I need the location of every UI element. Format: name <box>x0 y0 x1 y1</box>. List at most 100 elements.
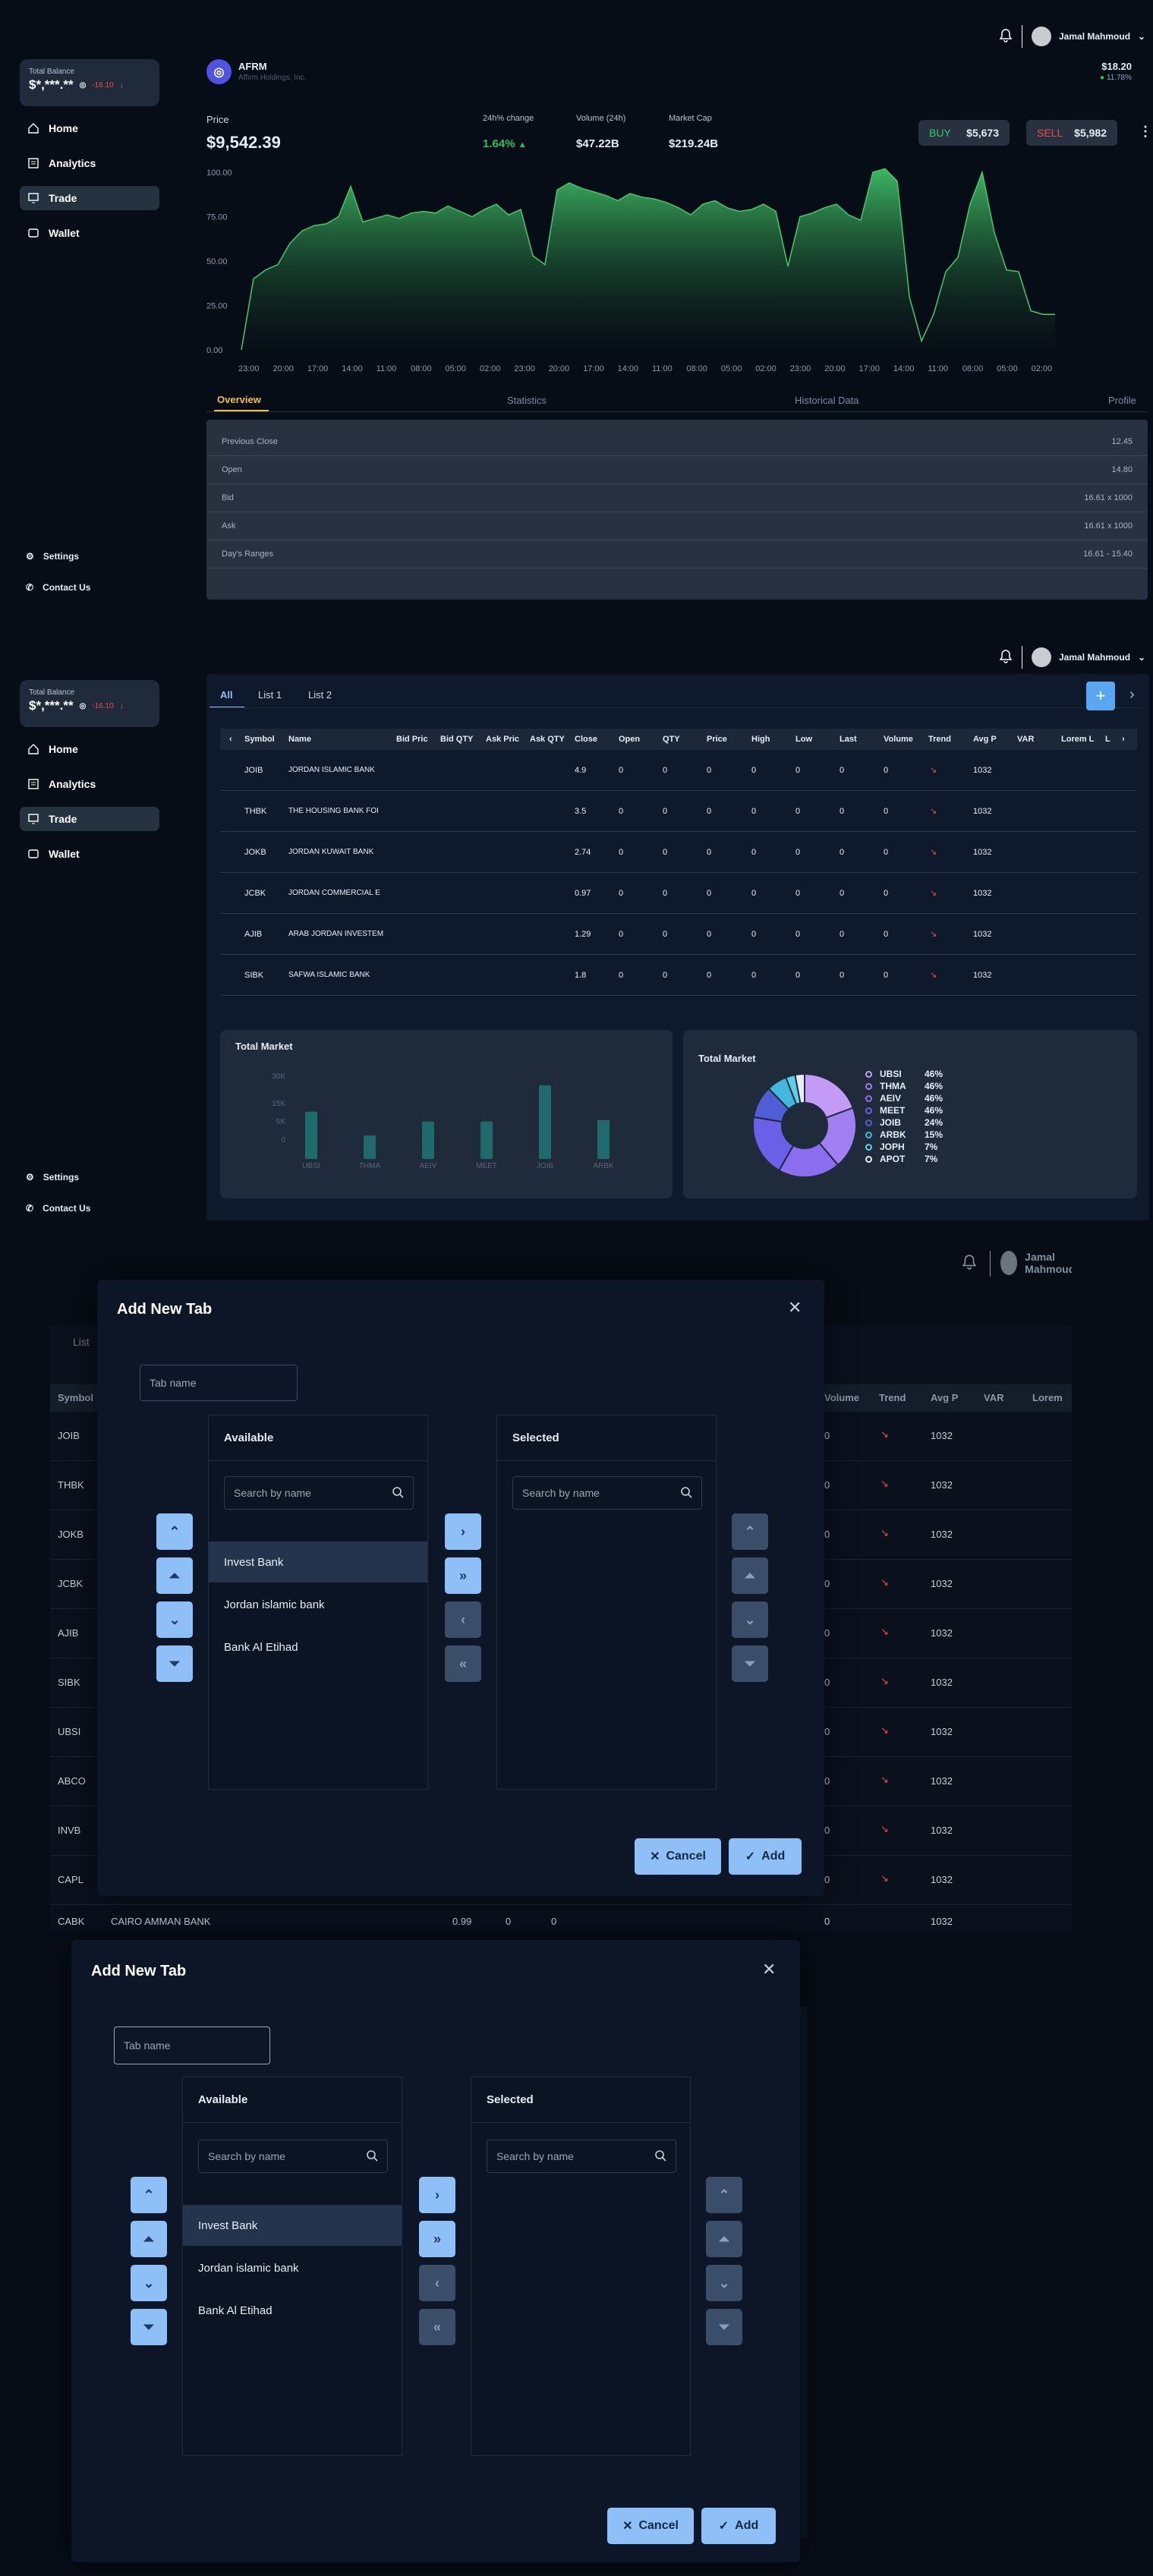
user-menu[interactable]: Jamal Mahmoud ⌄ <box>1032 27 1145 46</box>
eye-off-icon[interactable]: ◎ <box>80 702 87 710</box>
move-all-right-button[interactable]: » <box>419 2221 455 2257</box>
selected-top-button[interactable]: ⏶ <box>706 2221 742 2257</box>
cancel-button[interactable]: ✕ Cancel <box>635 1838 721 1875</box>
move-up-button[interactable]: ⌃ <box>131 2177 167 2213</box>
nav-contact[interactable]: ✆ Contact Us <box>26 1203 90 1214</box>
avatar <box>1000 1251 1018 1275</box>
y-tick-label: 50.00 <box>206 257 228 266</box>
list-item-invest-bank[interactable]: Invest Bank <box>183 2205 402 2246</box>
available-list: Available Search by name Invest Bank Jor… <box>208 1415 428 1790</box>
nav-settings[interactable]: ⚙ Settings <box>26 1172 79 1183</box>
tab-all[interactable]: All <box>220 689 233 701</box>
add-button[interactable]: ✓ Add <box>701 2508 776 2544</box>
tab-name-input[interactable]: Tab name <box>140 1365 298 1401</box>
close-icon[interactable]: ✕ <box>762 1960 776 1979</box>
move-down-button[interactable]: ⌄ <box>156 1601 193 1638</box>
list-item-jordan-islamic[interactable]: Jordan islamic bank <box>183 2247 402 2288</box>
move-top-button[interactable]: ⏶ <box>156 1557 193 1594</box>
tab-historical[interactable]: Historical Data <box>795 395 859 406</box>
nav-trade[interactable]: Trade <box>20 807 159 831</box>
legend-dot <box>865 1155 872 1163</box>
nav-trade[interactable]: Trade <box>20 186 159 210</box>
close-icon[interactable]: ✕ <box>788 1298 802 1318</box>
change-value-text: 1.64% <box>483 137 515 150</box>
move-bottom-button[interactable]: ⏷ <box>156 1645 193 1682</box>
tab-overview[interactable]: Overview <box>217 394 261 405</box>
selected-top-button[interactable]: ⏶ <box>732 1557 768 1594</box>
selected-bottom-button[interactable]: ⏷ <box>732 1645 768 1682</box>
selected-search-input[interactable]: Search by name <box>512 1476 702 1510</box>
nav-settings[interactable]: ⚙ Settings <box>26 551 79 562</box>
trend-down-icon: ↘ <box>881 1428 889 1440</box>
bell-icon[interactable] <box>999 29 1013 46</box>
tab-list-1[interactable]: List 1 <box>258 689 282 701</box>
list-item-bank-al-etihad[interactable]: Bank Al Etihad <box>183 2290 402 2331</box>
cell-zero: 0 <box>795 806 801 816</box>
list-item-invest-bank[interactable]: Invest Bank <box>209 1542 427 1582</box>
table-row[interactable]: JCBK JORDAN COMMERCIAL E 0.97 0 0 0 0 0 0 0 ↘ 1032 <box>220 873 1137 914</box>
selected-down-button[interactable]: ⌄ <box>706 2265 742 2301</box>
available-search-input[interactable]: Search by name <box>224 1476 414 1510</box>
list-item-bank-al-etihad[interactable]: Bank Al Etihad <box>209 1627 427 1667</box>
move-all-left-button[interactable]: « <box>445 1645 481 1682</box>
more-icon[interactable]: ⋮ <box>1139 124 1152 140</box>
move-bottom-button[interactable]: ⏷ <box>131 2309 167 2345</box>
table-row[interactable]: THBK THE HOUSING BANK FOI 3.5 0 0 0 0 0 0 0 ↘ 1032 <box>220 791 1137 832</box>
chevron-right-icon[interactable]: › <box>1122 735 1125 744</box>
nav-wallet[interactable]: Wallet <box>20 221 159 245</box>
nav-wallet[interactable]: Wallet <box>20 842 159 866</box>
nav-analytics[interactable]: Analytics <box>20 151 159 175</box>
x-tick-label: 23:00 <box>238 364 260 372</box>
buy-button[interactable]: BUY $5,673 <box>918 120 1010 146</box>
cell-zero: 0 <box>663 888 668 898</box>
table-row[interactable]: JOKB JORDAN KUWAIT BANK 2.74 0 0 0 0 0 0 0 ↘ 1032 <box>220 832 1137 873</box>
table-row[interactable]: SIBK SAFWA ISLAMIC BANK 1.8 0 0 0 0 0 0 0 ↘ 1032 <box>220 955 1137 996</box>
balance-label: Total Balance <box>29 688 75 697</box>
add-button[interactable]: ✓ Add <box>729 1838 802 1875</box>
user-menu[interactable]: Jamal Mahmoud ⌄ <box>1032 647 1145 667</box>
chevron-left-icon[interactable]: ‹ <box>229 735 232 744</box>
selected-up-button[interactable]: ⌃ <box>732 1513 768 1550</box>
cancel-label: Cancel <box>666 1850 706 1863</box>
table-row[interactable]: JOIB JORDAN ISLAMIC BANK 4.9 0 0 0 0 0 0 0 ↘ 1032 <box>220 750 1137 791</box>
total-market-bar-card: Total Market 30K 15K 5K 0 UBSI THMA AEIV MEET JO… <box>220 1030 673 1198</box>
table-row[interactable]: AJIB ARAB JORDAN INVESTEM 1.29 0 0 0 0 0 0 0 ↘ 1032 <box>220 914 1137 955</box>
nav-home[interactable]: Home <box>20 737 159 761</box>
move-right-button[interactable]: › <box>419 2177 455 2213</box>
move-down-button[interactable]: ⌄ <box>131 2265 167 2301</box>
selected-down-button[interactable]: ⌄ <box>732 1601 768 1638</box>
tab-statistics[interactable]: Statistics <box>507 395 547 406</box>
chevron-right-icon[interactable]: › <box>1129 686 1135 704</box>
tab-name-input[interactable]: Tab name <box>114 2026 270 2064</box>
selected-bottom-button[interactable]: ⏷ <box>706 2309 742 2345</box>
nav-contact[interactable]: ✆ Contact Us <box>26 582 90 593</box>
add-tab-button[interactable]: + <box>1086 682 1115 710</box>
list-item-jordan-islamic[interactable]: Jordan islamic bank <box>209 1584 427 1625</box>
move-all-left-button[interactable]: « <box>419 2309 455 2345</box>
move-all-right-button[interactable]: » <box>445 1557 481 1594</box>
cancel-button[interactable]: ✕ Cancel <box>607 2508 694 2544</box>
bell-icon[interactable] <box>999 650 1013 667</box>
nav-home[interactable]: Home <box>20 116 159 140</box>
tab-list-2[interactable]: List 2 <box>308 689 332 701</box>
eye-off-icon[interactable]: ◎ <box>80 81 87 90</box>
move-top-button[interactable]: ⏶ <box>131 2221 167 2257</box>
nav-analytics[interactable]: Analytics <box>20 772 159 796</box>
trend-down-icon: ↘ <box>881 1774 889 1785</box>
selected-search-input[interactable]: Search by name <box>487 2140 676 2173</box>
move-left-button[interactable]: ‹ <box>445 1601 481 1638</box>
cell-avg: 1032 <box>931 1916 953 1927</box>
cell-symbol: JCBK <box>58 1578 83 1589</box>
header-qty: QTY <box>663 735 680 744</box>
move-right-button[interactable]: › <box>445 1513 481 1550</box>
available-search-input[interactable]: Search by name <box>198 2140 388 2173</box>
move-up-button[interactable]: ⌃ <box>156 1513 193 1550</box>
section-watchlist: Jamal Mahmoud ⌄ Total Balance $*,***.** … <box>0 621 1153 1242</box>
bg-header-lorem: Lorem <box>1032 1392 1063 1403</box>
cell-avg: 1032 <box>931 1726 953 1737</box>
selected-up-button[interactable]: ⌃ <box>706 2177 742 2213</box>
bg-table-edge <box>800 2007 808 2538</box>
move-left-button[interactable]: ‹ <box>419 2265 455 2301</box>
sell-button[interactable]: SELL $5,982 <box>1026 120 1117 146</box>
tab-profile[interactable]: Profile <box>1108 395 1136 406</box>
